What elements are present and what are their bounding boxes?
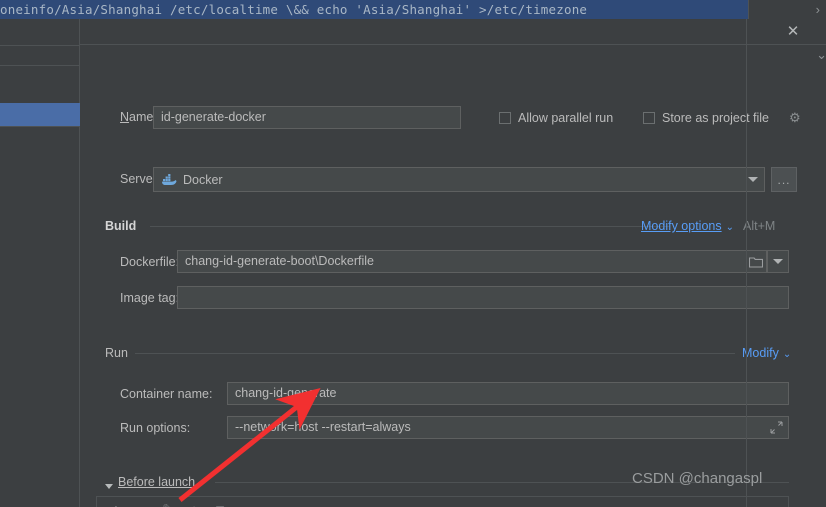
server-browse-button[interactable]: ... [771, 167, 797, 192]
store-as-project-file-label: Store as project file [662, 111, 769, 125]
dockerfile-dropdown-button[interactable] [767, 250, 789, 273]
modify-run-link[interactable]: Modify ⌄ [742, 346, 791, 360]
expand-icon[interactable] [770, 421, 783, 434]
move-down-button[interactable]: ▼ [207, 497, 233, 507]
modify-options-link[interactable]: Modify options ⌄ [641, 219, 734, 233]
dialog-titlebar: ✕ [80, 19, 826, 45]
server-combobox[interactable]: Docker [153, 167, 765, 192]
container-name-label: Container name: [120, 387, 213, 401]
screen: oneinfo/Asia/Shanghai /etc/localtime \&&… [0, 0, 826, 507]
dockerfile-input[interactable]: chang-id-generate-boot\Dockerfile [177, 250, 767, 273]
csdn-watermark: CSDN @changaspl [632, 470, 763, 487]
edit-button[interactable]: ✎ [155, 497, 181, 507]
build-section-title: Build [105, 219, 137, 233]
dialog-right-edge [746, 19, 747, 507]
run-options-label: Run options: [120, 421, 191, 435]
add-button[interactable]: + [103, 497, 129, 507]
store-as-project-file-checkbox[interactable]: Store as project file [643, 111, 769, 125]
modify-options-label: Modify options [641, 219, 722, 233]
server-value: Docker [183, 172, 223, 187]
name-input[interactable]: id-generate-docker [153, 106, 461, 129]
remove-button[interactable]: − [129, 497, 155, 507]
before-launch-label: Before launch [118, 475, 195, 489]
container-name-input[interactable]: chang-id-generate [227, 382, 789, 405]
before-launch-title: Before launch [118, 475, 196, 489]
folder-icon[interactable] [745, 250, 767, 273]
section-divider [135, 353, 735, 354]
run-config-tree-panel[interactable] [0, 19, 80, 507]
tree-divider [0, 126, 80, 127]
tree-divider [0, 45, 80, 46]
docker-icon [161, 173, 177, 186]
close-icon[interactable]: ✕ [783, 22, 803, 42]
name-label: Name: [120, 110, 157, 124]
dialog-body: Name: id-generate-docker Allow parallel … [80, 46, 826, 507]
modify-run-label: Modify [742, 346, 779, 360]
editor-right-gutter: › [748, 0, 826, 19]
editor-code-strip: oneinfo/Asia/Shanghai /etc/localtime \&&… [0, 0, 826, 19]
run-section-title: Run [105, 346, 128, 360]
run-options-value: --network=host --restart=always [235, 420, 411, 434]
chevron-right-icon[interactable]: › [816, 0, 820, 19]
image-tag-input[interactable] [177, 286, 789, 309]
triangle-down-icon[interactable] [105, 484, 113, 489]
selected-code-text[interactable]: oneinfo/Asia/Shanghai /etc/localtime \&&… [0, 0, 748, 19]
checkbox-box[interactable] [499, 112, 511, 124]
allow-parallel-run-checkbox[interactable]: Allow parallel run [499, 111, 613, 125]
chevron-down-icon: ⌄ [725, 222, 734, 233]
chevron-down-icon: ⌄ [782, 349, 792, 360]
tree-selected-row[interactable] [0, 103, 80, 126]
section-divider [150, 226, 670, 227]
run-debug-configurations-dialog: ✕ ⌄ Name: id-generate-docker Allow paral… [80, 19, 826, 507]
allow-parallel-run-label: Allow parallel run [518, 111, 614, 125]
run-options-input[interactable]: --network=host --restart=always [227, 416, 789, 439]
image-tag-label: Image tag: [120, 291, 180, 305]
modify-options-shortcut: Alt+M [743, 219, 776, 233]
dockerfile-label: Dockerfile: [120, 255, 180, 269]
tree-divider [0, 65, 80, 66]
checkbox-box[interactable] [643, 112, 655, 124]
before-launch-toolbar: + − ✎ ▲ ▼ [97, 497, 788, 507]
gear-icon[interactable]: ⚙ [789, 110, 801, 126]
move-up-button[interactable]: ▲ [181, 497, 207, 507]
